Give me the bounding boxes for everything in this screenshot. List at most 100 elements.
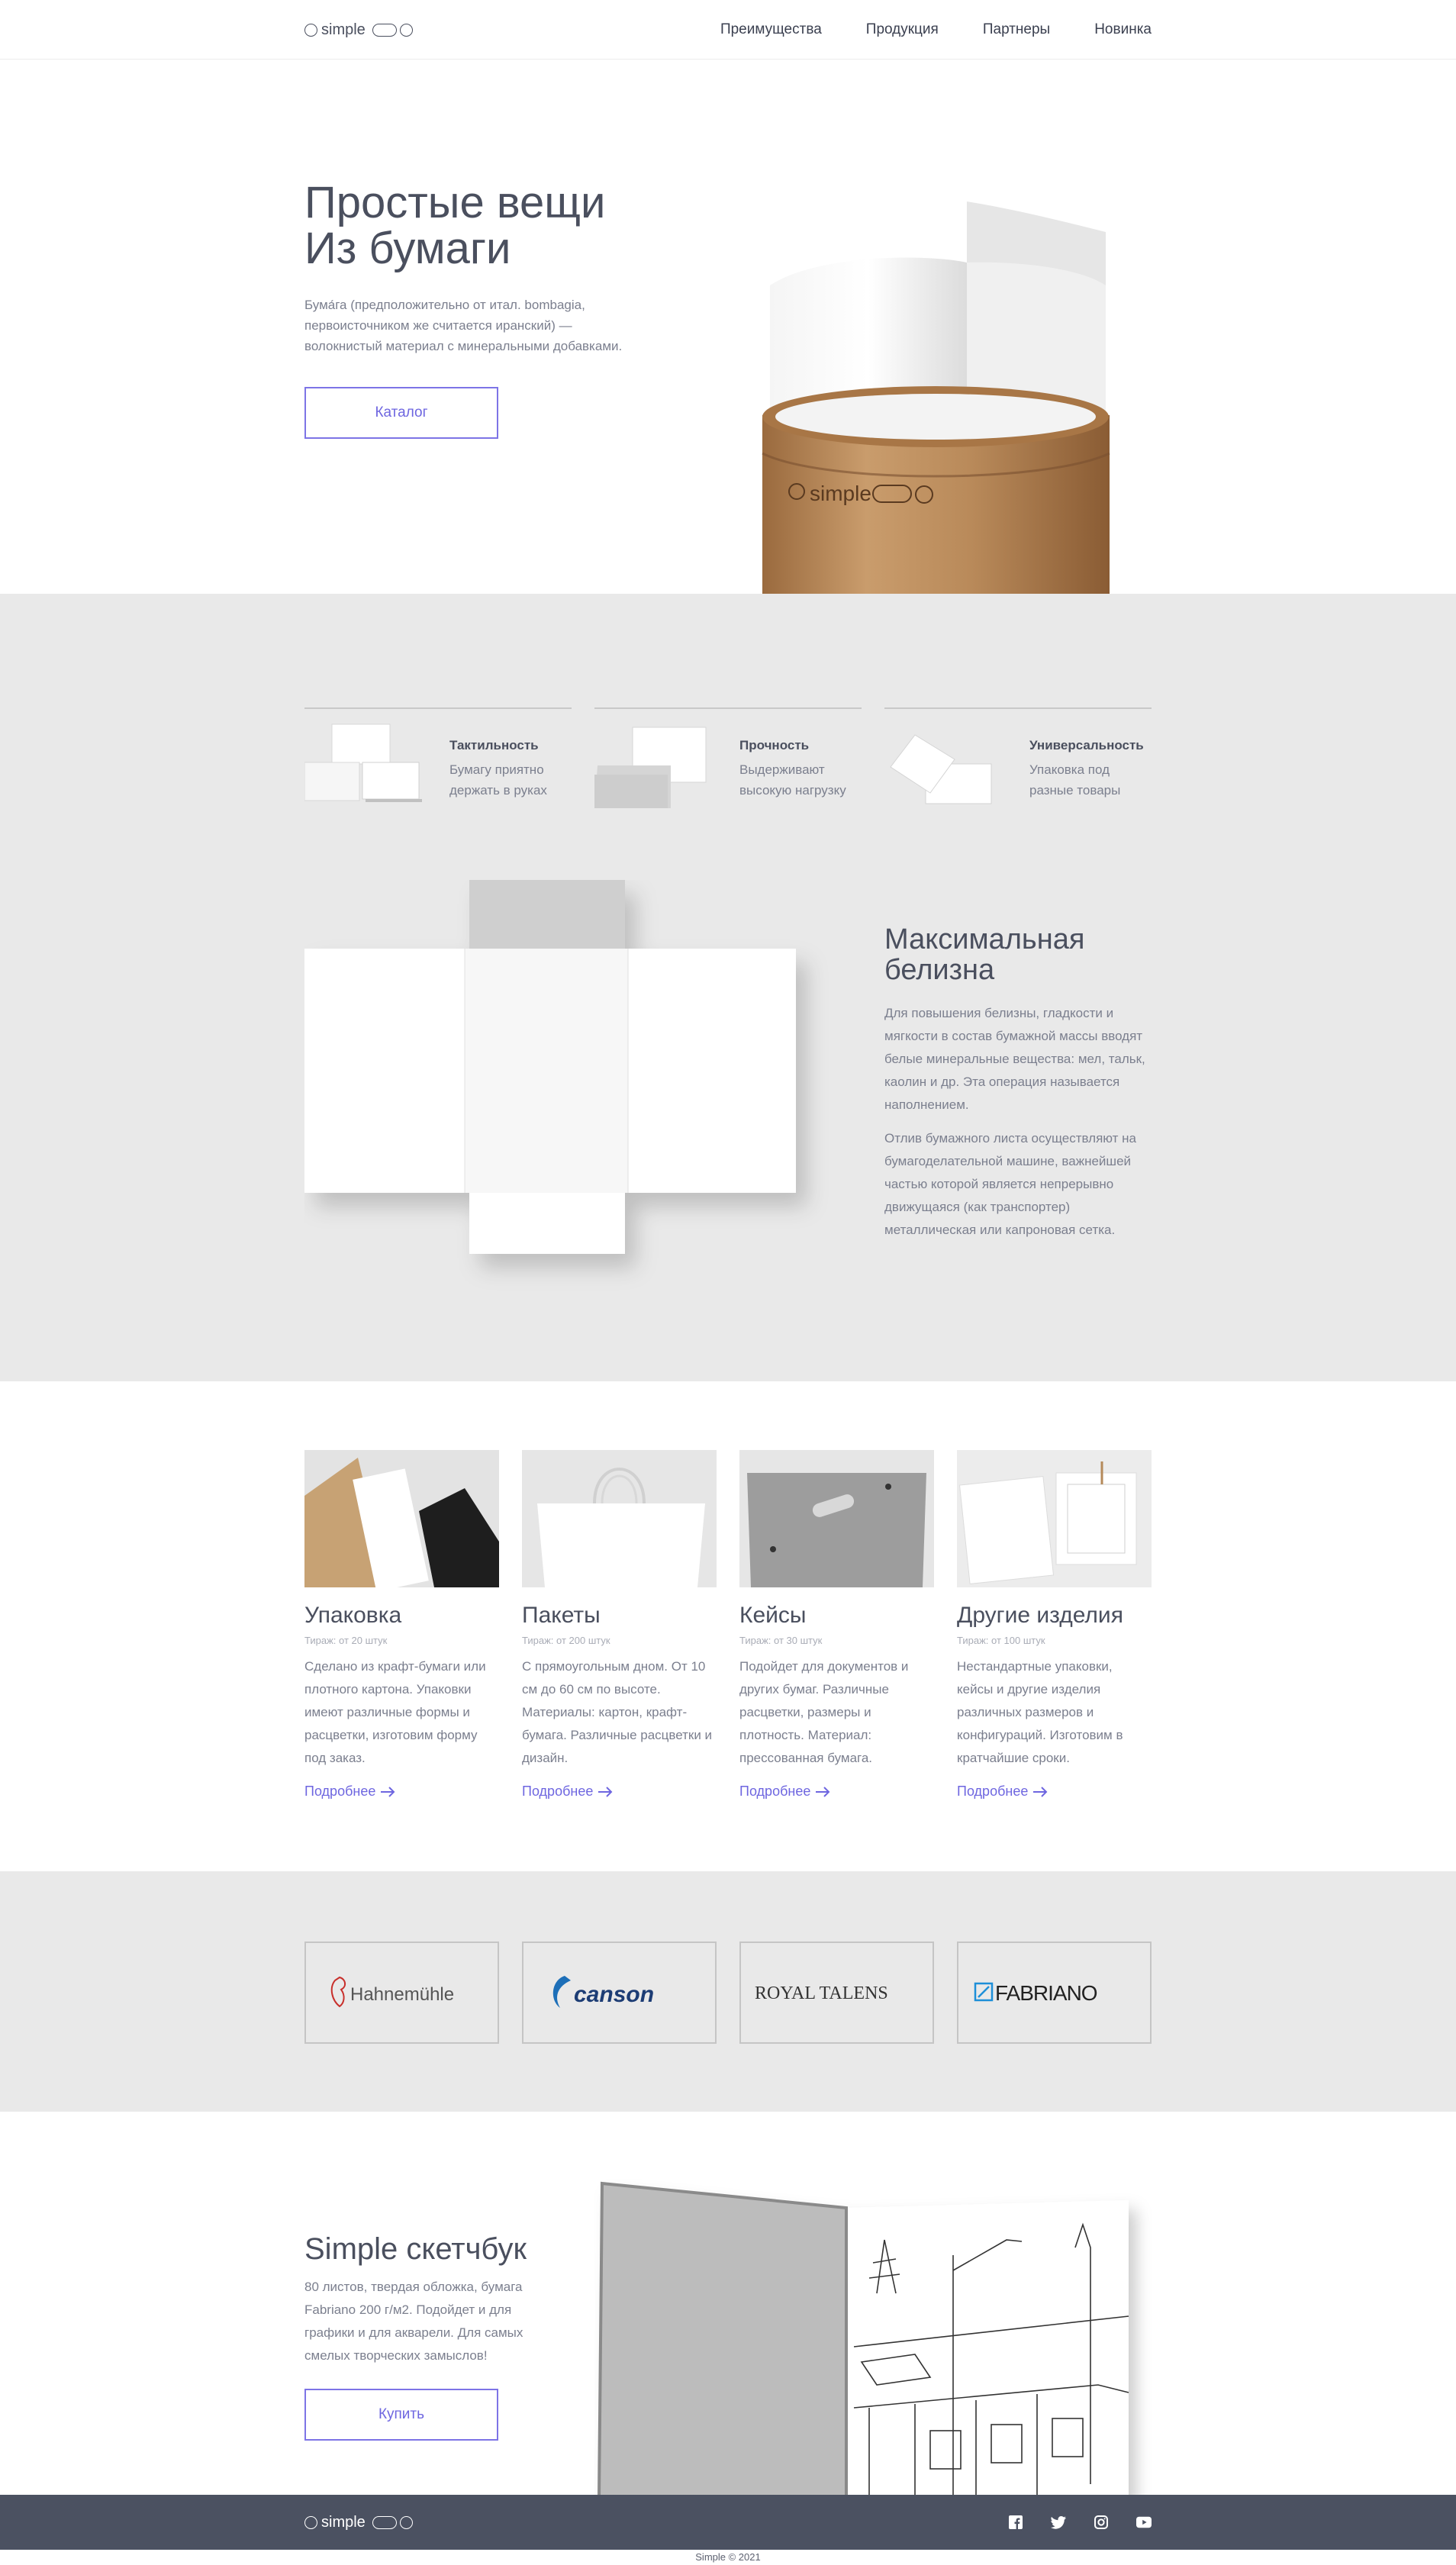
features-section: Тактильность Бумагу приятно держать в ру… bbox=[0, 594, 1456, 1381]
products-section: Упаковка Тираж: от 20 штук Сделано из кр… bbox=[0, 1381, 1456, 1871]
youtube-icon[interactable] bbox=[1136, 2515, 1152, 2530]
logo-text: simple bbox=[321, 21, 366, 38]
hero-title-line1: Простые вещи bbox=[304, 178, 606, 227]
partners-section: Hahnemühle canson ROYAL TALENS FABRIANO bbox=[0, 1871, 1456, 2112]
logo-pill-icon bbox=[372, 23, 397, 37]
hero-section: Простые вещи Из бумаги Бума́га (предполо… bbox=[0, 60, 1456, 594]
product-more-label: Подробнее bbox=[739, 1784, 811, 1799]
product-image bbox=[739, 1450, 934, 1587]
hero-description: Бума́га (предположительно от итал. bomba… bbox=[304, 298, 623, 353]
twitter-icon[interactable] bbox=[1051, 2515, 1066, 2530]
svg-text:Hahnemühle: Hahnemühle bbox=[350, 1984, 454, 2005]
product-subtitle: Тираж: от 20 штук bbox=[304, 1635, 388, 1646]
feature-item: Универсальность Упаковка под разные това… bbox=[884, 707, 1152, 811]
sketchbook-image bbox=[598, 2181, 1129, 2495]
main-nav: Преимущества Продукция Партнеры Новинка bbox=[720, 21, 1152, 38]
footer-logo[interactable]: simple bbox=[304, 2514, 413, 2531]
arrow-right-icon bbox=[1033, 1786, 1048, 1797]
social-links bbox=[1008, 2515, 1152, 2530]
tube-label: simple bbox=[810, 482, 871, 505]
whiteness-paragraph: Для повышения белизны, гладкости и мягко… bbox=[884, 1006, 1145, 1112]
product-description: С прямоугольным дном. От 10 см до 60 см … bbox=[522, 1659, 713, 1765]
nav-item-new[interactable]: Новинка bbox=[1094, 21, 1152, 38]
nav-item-partners[interactable]: Партнеры bbox=[983, 21, 1050, 38]
product-card: Упаковка Тираж: от 20 штук Сделано из кр… bbox=[304, 1450, 499, 1800]
arrow-right-icon bbox=[381, 1786, 395, 1797]
svg-text:FABRIANO: FABRIANO bbox=[995, 1981, 1097, 2005]
feature-description: Выдерживают высокую нагрузку bbox=[739, 762, 846, 798]
logo[interactable]: simple bbox=[304, 21, 413, 39]
product-image bbox=[522, 1450, 717, 1587]
product-more-label: Подробнее bbox=[957, 1784, 1029, 1799]
partner-list: Hahnemühle canson ROYAL TALENS FABRIANO bbox=[304, 1941, 1152, 2044]
paper-tube-image: simple bbox=[762, 201, 1110, 594]
whiteness-title: Максимальная белизна bbox=[884, 923, 1085, 986]
facebook-icon[interactable] bbox=[1008, 2515, 1023, 2530]
product-description: Сделано из крафт-бумаги или плотного кар… bbox=[304, 1659, 486, 1765]
nav-item-products[interactable]: Продукция bbox=[866, 21, 939, 38]
product-card: Кейсы Тираж: от 30 штук Подойдет для док… bbox=[739, 1450, 934, 1800]
logo-circle-icon bbox=[399, 2515, 413, 2529]
hero-text: Простые вещи Из бумаги Бума́га (предполо… bbox=[304, 180, 640, 439]
product-card: Другие изделия Тираж: от 100 штук Нестан… bbox=[957, 1450, 1152, 1800]
product-more-label: Подробнее bbox=[522, 1784, 594, 1799]
whiteness-block: Максимальная белизна Для повышения белиз… bbox=[304, 880, 1152, 1307]
logo-text: simple bbox=[321, 2513, 366, 2531]
feature-title: Универсальность bbox=[1029, 738, 1144, 752]
feature-list: Тактильность Бумагу приятно держать в ру… bbox=[304, 707, 1152, 811]
feature-title: Тактильность bbox=[449, 738, 539, 752]
header: simple Преимущества Продукция Партнеры Н… bbox=[0, 0, 1456, 60]
product-title: Другие изделия bbox=[957, 1603, 1123, 1628]
product-image bbox=[304, 1450, 499, 1587]
partner-royal-talens-logo[interactable]: ROYAL TALENS bbox=[739, 1941, 934, 2044]
logo-circle-icon bbox=[304, 23, 317, 37]
feature-title: Прочность bbox=[739, 738, 810, 752]
product-subtitle: Тираж: от 30 штук bbox=[739, 1635, 823, 1646]
feature-item: Прочность Выдерживают высокую нагрузку bbox=[594, 707, 862, 811]
catalog-button[interactable]: Каталог bbox=[304, 387, 498, 439]
product-description: Нестандартные упаковки, кейсы и другие и… bbox=[957, 1659, 1123, 1765]
arrow-right-icon bbox=[598, 1786, 613, 1797]
product-subtitle: Тираж: от 200 штук bbox=[522, 1635, 610, 1646]
product-title: Кейсы bbox=[739, 1603, 807, 1628]
product-subtitle: Тираж: от 100 штук bbox=[957, 1635, 1045, 1646]
hero-title-line2: Из бумаги bbox=[304, 224, 511, 273]
footer: simple bbox=[0, 2495, 1456, 2550]
product-title: Упаковка bbox=[304, 1603, 402, 1628]
product-more-link[interactable]: Подробнее bbox=[739, 1784, 830, 1800]
svg-text:canson: canson bbox=[574, 1982, 654, 2007]
feature-description: Упаковка под разные товары bbox=[1029, 762, 1121, 798]
logo-circle-icon bbox=[304, 2515, 317, 2529]
product-more-link[interactable]: Подробнее bbox=[304, 1784, 395, 1800]
product-more-link[interactable]: Подробнее bbox=[522, 1784, 613, 1800]
strength-cards-image bbox=[594, 727, 707, 808]
arrow-right-icon bbox=[816, 1786, 830, 1797]
nav-item-advantages[interactable]: Преимущества bbox=[720, 21, 822, 38]
unfolded-box-image bbox=[304, 880, 796, 1254]
hero-title: Простые вещи Из бумаги bbox=[304, 180, 640, 272]
whiteness-paragraph: Отлив бумажного листа осуществляют на бу… bbox=[884, 1131, 1137, 1237]
sketchbook-description: 80 листов, твердая обложка, бумага Fabri… bbox=[304, 2280, 523, 2363]
product-description: Подойдет для документов и других бумаг. … bbox=[739, 1659, 909, 1765]
product-more-link[interactable]: Подробнее bbox=[957, 1784, 1048, 1800]
product-card: Пакеты Тираж: от 200 штук С прямоугольны… bbox=[522, 1450, 717, 1800]
feature-description: Бумагу приятно держать в руках bbox=[449, 762, 547, 798]
instagram-icon[interactable] bbox=[1094, 2515, 1109, 2530]
product-list: Упаковка Тираж: от 20 штук Сделано из кр… bbox=[304, 1450, 1152, 1800]
buy-button[interactable]: Купить bbox=[304, 2389, 498, 2441]
svg-text:ROYAL TALENS: ROYAL TALENS bbox=[755, 1983, 888, 2003]
partner-canson-logo[interactable]: canson bbox=[522, 1941, 717, 2044]
tactile-cards-image bbox=[304, 723, 422, 802]
partner-fabriano-logo[interactable]: FABRIANO bbox=[957, 1941, 1152, 2044]
copyright: Simple © 2021 bbox=[695, 2551, 761, 2563]
sketchbook-section: Simple скетчбук 80 листов, твердая облож… bbox=[0, 2112, 1456, 2495]
feature-item: Тактильность Бумагу приятно держать в ру… bbox=[304, 707, 572, 811]
logo-pill-icon bbox=[372, 2515, 397, 2529]
product-image bbox=[957, 1450, 1152, 1587]
logo-circle-icon bbox=[399, 23, 413, 37]
product-more-label: Подробнее bbox=[304, 1784, 376, 1799]
universal-cards-image bbox=[890, 734, 992, 804]
partner-hahnemuhle-logo[interactable]: Hahnemühle bbox=[304, 1941, 499, 2044]
sketchbook-title: Simple скетчбук bbox=[304, 2232, 527, 2266]
product-title: Пакеты bbox=[522, 1603, 601, 1628]
